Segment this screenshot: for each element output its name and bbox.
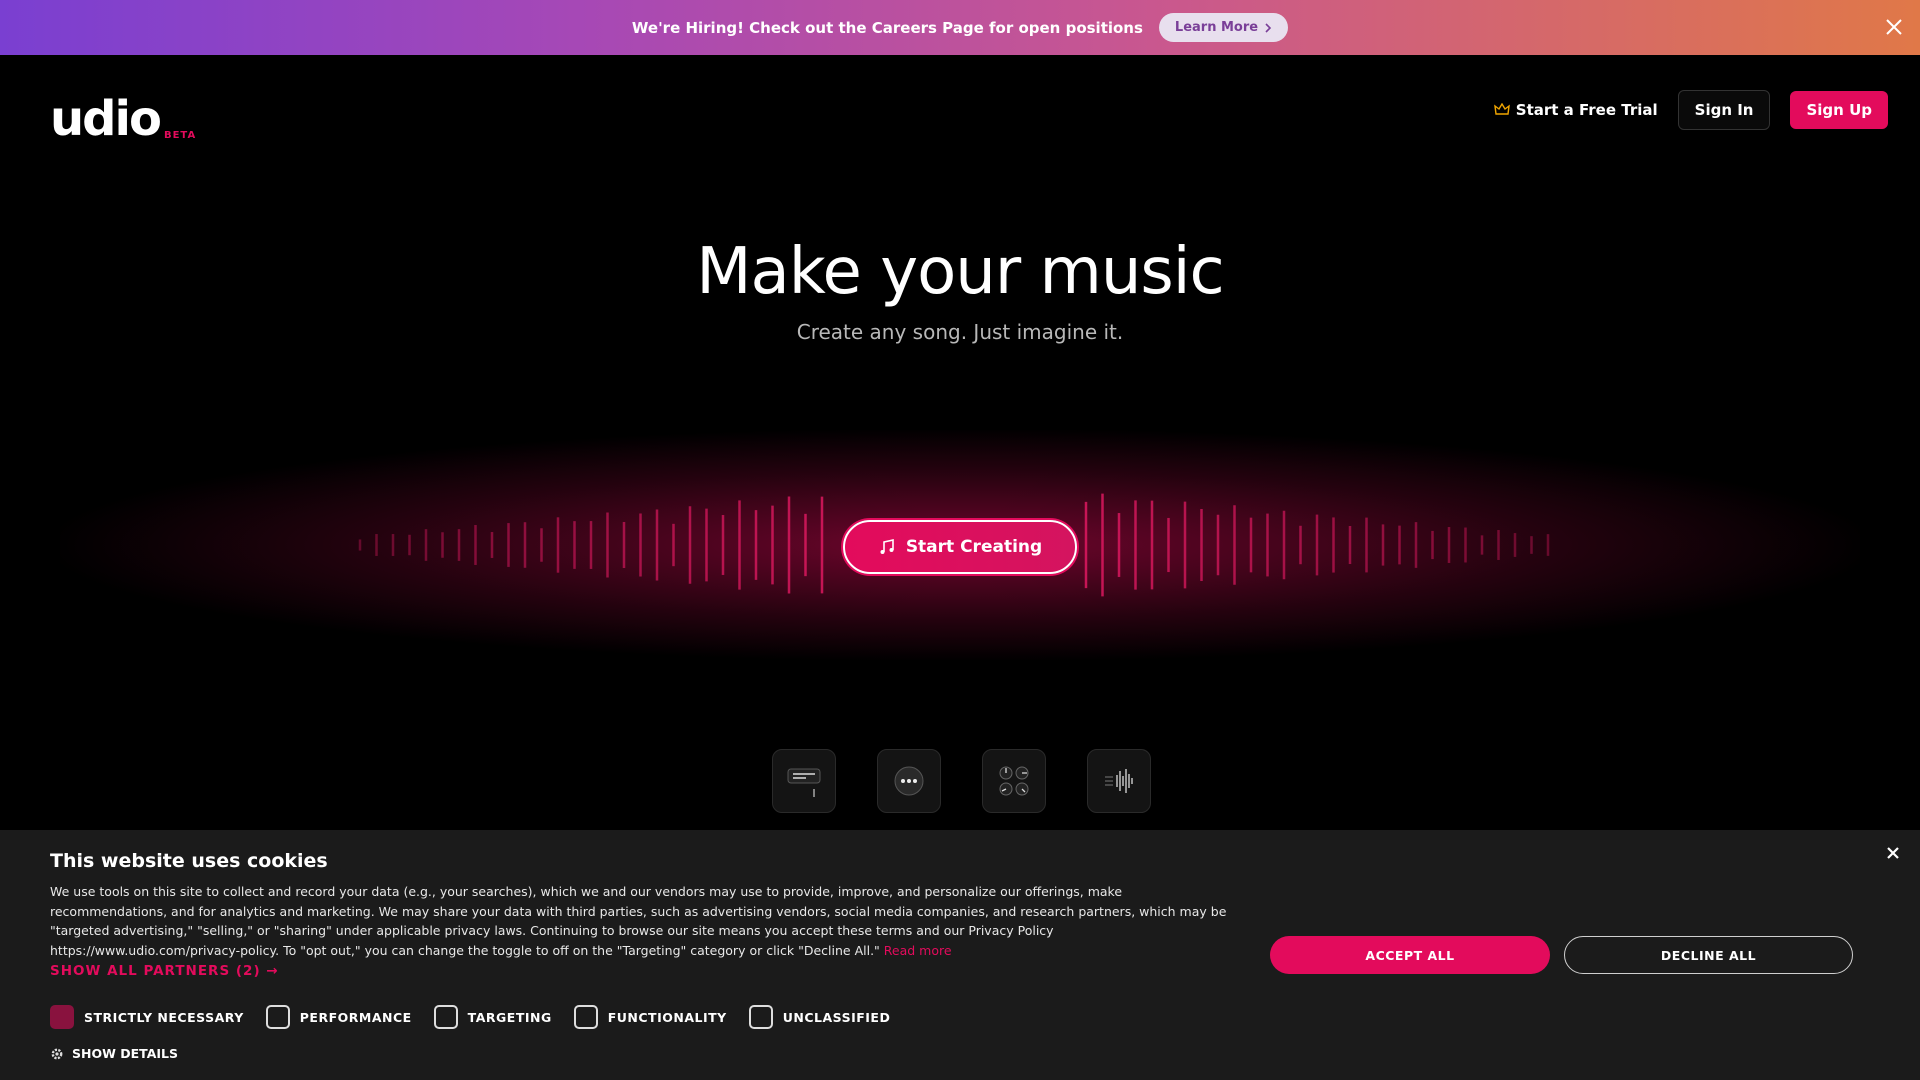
- close-icon[interactable]: [1882, 842, 1904, 864]
- gear-icon: [51, 1048, 63, 1059]
- cookie-title: This website uses cookies: [50, 850, 328, 872]
- waveform-icon[interactable]: [1087, 749, 1151, 813]
- beta-badge: BETA: [163, 130, 197, 141]
- site-header: udio BETA Start a Free Trial Sign In Sig…: [0, 55, 1920, 165]
- cookie-consent-banner: This website uses cookies We use tools o…: [0, 830, 1920, 1080]
- cookie-categories: STRICTLY NECESSARY PERFORMANCE TARGETING…: [50, 1005, 890, 1029]
- learn-more-button[interactable]: Learn More: [1158, 13, 1289, 42]
- category-label: STRICTLY NECESSARY: [84, 1009, 244, 1025]
- show-details-link[interactable]: SHOW DETAILS: [50, 1046, 178, 1061]
- category-unclassified[interactable]: UNCLASSIFIED: [748, 1005, 891, 1029]
- category-performance[interactable]: PERFORMANCE: [265, 1005, 412, 1029]
- checkbox[interactable]: [573, 1005, 598, 1029]
- close-icon[interactable]: [1882, 15, 1906, 39]
- decline-all-button[interactable]: DECLINE ALL: [1564, 936, 1853, 974]
- chat-bubble-icon[interactable]: [877, 749, 941, 813]
- category-label: PERFORMANCE: [299, 1009, 412, 1025]
- header-nav: Start a Free Trial Sign In Sign Up: [1493, 90, 1888, 130]
- start-creating-button[interactable]: Start Creating: [843, 520, 1077, 574]
- category-functionality[interactable]: FUNCTIONALITY: [573, 1005, 727, 1029]
- show-partners-link[interactable]: SHOW ALL PARTNERS (2) →: [50, 963, 279, 979]
- mixer-knobs-icon[interactable]: [982, 749, 1046, 813]
- hero-title: Make your music: [696, 235, 1224, 309]
- sign-in-button[interactable]: Sign In: [1677, 90, 1771, 130]
- sign-up-button[interactable]: Sign Up: [1790, 91, 1888, 129]
- checkbox[interactable]: [433, 1005, 458, 1029]
- logo[interactable]: udio BETA: [50, 95, 196, 143]
- banner-text: We're Hiring! Check out the Careers Page…: [631, 18, 1143, 37]
- chevron-right-icon: [1265, 22, 1272, 33]
- cookie-description: We use tools on this site to collect and…: [50, 882, 1230, 960]
- category-label: TARGETING: [467, 1009, 552, 1025]
- checkbox[interactable]: [265, 1005, 290, 1029]
- show-details-label: SHOW DETAILS: [72, 1046, 178, 1061]
- category-label: UNCLASSIFIED: [782, 1009, 891, 1025]
- read-more-link[interactable]: Read more: [884, 943, 952, 958]
- checkbox[interactable]: [748, 1005, 773, 1029]
- music-note-icon: [880, 539, 894, 554]
- feature-icons: [772, 749, 1151, 813]
- accept-all-button[interactable]: ACCEPT ALL: [1270, 936, 1550, 974]
- lyrics-editor-icon[interactable]: [772, 749, 836, 813]
- crown-icon: [1493, 103, 1510, 115]
- logo-wordmark: udio: [50, 91, 162, 147]
- learn-more-label: Learn More: [1174, 20, 1259, 35]
- free-trial-label: Start a Free Trial: [1515, 101, 1658, 119]
- cookie-body-text: We use tools on this site to collect and…: [50, 884, 1227, 958]
- hero-subtitle: Create any song. Just imagine it.: [796, 320, 1124, 344]
- category-label: FUNCTIONALITY: [607, 1009, 727, 1025]
- start-creating-label: Start Creating: [905, 537, 1043, 557]
- free-trial-link[interactable]: Start a Free Trial: [1493, 101, 1658, 119]
- category-targeting[interactable]: TARGETING: [433, 1005, 552, 1029]
- hiring-banner: We're Hiring! Check out the Careers Page…: [0, 0, 1920, 55]
- category-strictly-necessary[interactable]: STRICTLY NECESSARY: [50, 1005, 244, 1029]
- checkbox[interactable]: [50, 1005, 74, 1029]
